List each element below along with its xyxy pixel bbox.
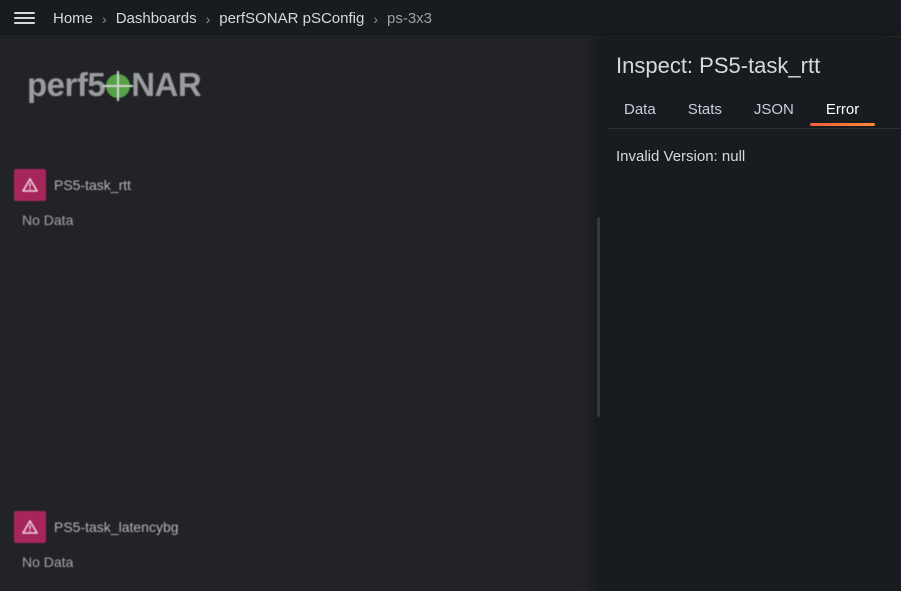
panel-title: PS5-task_rtt (54, 177, 132, 193)
hamburger-menu-icon[interactable] (14, 11, 35, 26)
tab-stats[interactable]: Stats (672, 96, 738, 124)
tabs-divider (608, 128, 901, 129)
dashboard-canvas (0, 38, 600, 591)
breadcrumb: Home › Dashboards › perfSONAR pSConfig ›… (53, 0, 432, 37)
chevron-right-icon: › (102, 10, 107, 27)
warning-triangle-icon[interactable] (14, 511, 46, 543)
panel-title: PS5-task_latencybg (54, 519, 179, 535)
inspect-tabs: Data Stats JSON Error (608, 96, 876, 128)
breadcrumb-folder[interactable]: perfSONAR pSConfig (219, 10, 364, 27)
breadcrumb-home[interactable]: Home (53, 10, 93, 27)
chevron-right-icon: › (373, 10, 378, 27)
panel-no-data: No Data (22, 554, 74, 570)
top-navbar: Home › Dashboards › perfSONAR pSConfig ›… (0, 0, 901, 37)
breadcrumb-dashboards[interactable]: Dashboards (116, 10, 197, 27)
panel-no-data: No Data (22, 212, 74, 228)
tab-json[interactable]: JSON (738, 96, 810, 124)
perfsonar-logo: perf 5 NAR (27, 66, 202, 103)
tab-error[interactable]: Error (809, 96, 876, 126)
drawer-title: Inspect: PS5-task_rtt (616, 53, 821, 78)
target-icon (103, 71, 134, 101)
inspect-drawer: Inspect: PS5-task_rtt Data Stats JSON Er… (600, 38, 901, 591)
error-message: Invalid Version: null (616, 148, 746, 165)
chevron-right-icon: › (205, 10, 211, 27)
breadcrumb-current: ps-3x3 (387, 10, 433, 27)
panel-header-rtt[interactable]: PS5-task_rtt (14, 169, 131, 201)
warning-triangle-icon[interactable] (14, 169, 46, 201)
panel-header-latencybg[interactable]: PS5-task_latencybg (14, 511, 179, 543)
tab-data[interactable]: Data (608, 96, 672, 124)
